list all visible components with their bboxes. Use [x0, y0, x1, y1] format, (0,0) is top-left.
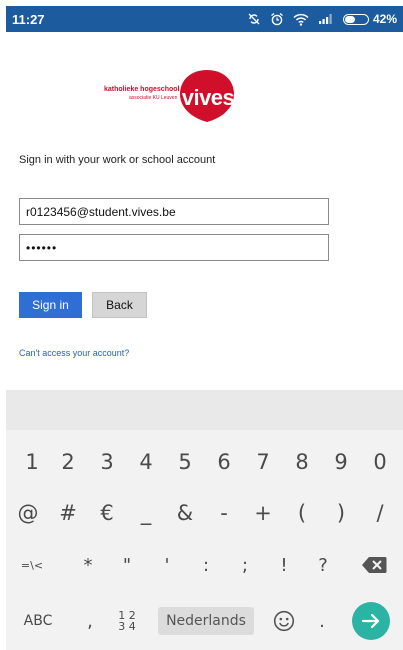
- key-7[interactable]: 7: [245, 442, 281, 482]
- signin-button[interactable]: Sign in: [19, 292, 82, 318]
- vives-logo: katholieke hogeschool associatie KU Leuv…: [104, 68, 244, 124]
- password-value: ••••••: [26, 240, 58, 255]
- backspace-icon[interactable]: [356, 545, 392, 585]
- keyboard-row-symbols-2: =\< * " ' : ; ! ?: [6, 545, 403, 585]
- rotation-off-icon: [247, 12, 261, 26]
- cant-access-link[interactable]: Can't access your account?: [19, 348, 129, 358]
- enter-key[interactable]: [348, 601, 394, 641]
- key-double-quote[interactable]: ": [109, 545, 145, 585]
- key-abc[interactable]: ABC: [18, 601, 58, 641]
- key-close-paren[interactable]: ): [323, 493, 359, 533]
- keyboard-row-bottom: ABC , 1 2 3 4 Nederlands .: [6, 601, 403, 641]
- key-more-symbols[interactable]: =\<: [12, 545, 52, 585]
- emoji-icon[interactable]: [268, 601, 300, 641]
- key-minus[interactable]: -: [206, 493, 242, 533]
- signin-page: katholieke hogeschool associatie KU Leuv…: [6, 32, 403, 390]
- key-euro[interactable]: €: [89, 493, 125, 533]
- key-underscore[interactable]: _: [128, 493, 164, 533]
- status-time: 11:27: [12, 11, 45, 27]
- key-1[interactable]: 1: [14, 442, 50, 482]
- arrow-right-icon: [352, 602, 390, 640]
- key-ampersand[interactable]: &: [167, 493, 203, 533]
- keyboard-row-symbols: @ # € _ & - + ( ) /: [6, 493, 403, 533]
- key-hash[interactable]: #: [50, 493, 86, 533]
- key-slash[interactable]: /: [362, 493, 398, 533]
- key-3[interactable]: 3: [89, 442, 125, 482]
- key-question[interactable]: ?: [305, 545, 341, 585]
- keyboard-top-gap: [6, 390, 403, 430]
- key-9[interactable]: 9: [323, 442, 359, 482]
- key-single-quote[interactable]: ': [149, 545, 185, 585]
- email-field[interactable]: r0123456@student.vives.be: [19, 198, 329, 225]
- key-period[interactable]: .: [310, 601, 334, 641]
- onscreen-keyboard: 1 2 3 4 5 6 7 8 9 0 @ # € _ & - + ( ) / …: [6, 430, 403, 650]
- alarm-icon: [270, 12, 284, 26]
- key-open-paren[interactable]: (: [284, 493, 320, 533]
- signin-heading: Sign in with your work or school account: [19, 154, 216, 166]
- logo-wordmark: vives: [181, 85, 235, 110]
- password-field[interactable]: ••••••: [19, 234, 329, 261]
- key-colon[interactable]: :: [188, 545, 224, 585]
- key-6[interactable]: 6: [206, 442, 242, 482]
- status-icons: 42%: [247, 12, 397, 26]
- frac-bottom: 3 4: [118, 620, 136, 633]
- space-bar[interactable]: Nederlands: [158, 607, 254, 635]
- logo-line2: associatie KU Leuven: [129, 95, 178, 101]
- key-5[interactable]: 5: [167, 442, 203, 482]
- key-8[interactable]: 8: [284, 442, 320, 482]
- battery-percent: 42%: [372, 12, 397, 26]
- status-bar: 11:27 42%: [6, 6, 403, 32]
- key-exclamation[interactable]: !: [266, 545, 302, 585]
- key-4[interactable]: 4: [128, 442, 164, 482]
- key-at[interactable]: @: [10, 493, 46, 533]
- signal-icon: [318, 13, 334, 25]
- wifi-icon: [293, 13, 309, 26]
- battery-icon: [342, 13, 369, 25]
- key-comma[interactable]: ,: [78, 601, 102, 641]
- fractions-label: 1 2 3 4: [118, 610, 136, 632]
- key-2[interactable]: 2: [50, 442, 86, 482]
- logo-line1: katholieke hogeschool: [104, 86, 180, 93]
- email-value: r0123456@student.vives.be: [26, 204, 176, 219]
- key-fractions[interactable]: 1 2 3 4: [112, 601, 142, 641]
- key-plus[interactable]: +: [245, 493, 281, 533]
- key-asterisk[interactable]: *: [70, 545, 106, 585]
- key-0[interactable]: 0: [362, 442, 398, 482]
- back-button[interactable]: Back: [92, 292, 147, 318]
- key-semicolon[interactable]: ;: [227, 545, 263, 585]
- keyboard-row-numbers: 1 2 3 4 5 6 7 8 9 0: [6, 442, 403, 482]
